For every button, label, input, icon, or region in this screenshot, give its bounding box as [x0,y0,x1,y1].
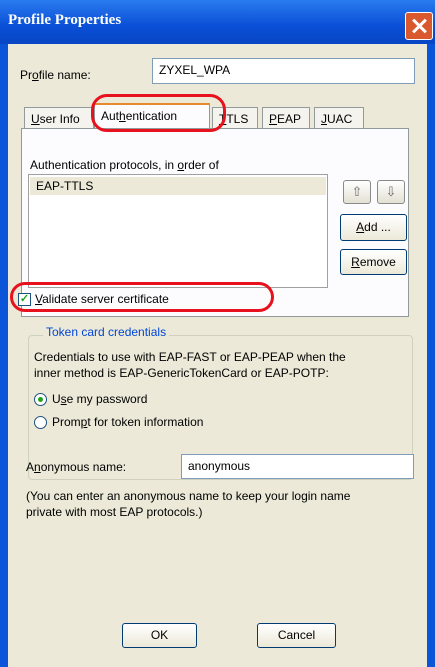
protocols-label: Authentication protocols, in order of [30,158,219,172]
btn-label-mnemonic: A [356,220,365,234]
label-part: U [52,392,61,406]
label-part: Prom [52,415,81,429]
prompt-token-radio[interactable] [34,416,47,429]
label-part: rder of [184,158,219,172]
list-item[interactable]: EAP-TTLS [30,177,326,195]
token-card-group-label: Token card credentials [43,325,170,339]
tab-label-part: ser Info [39,112,80,126]
tab-label-part: UAC [327,112,353,126]
dialog-body: Profile name: ZYXEL_WPA User Info Authen… [8,44,427,667]
anonymous-hint-line2: private with most EAP protocols.) [26,505,203,519]
profile-name-label: Profile name: [20,68,91,82]
profile-name-input[interactable]: ZYXEL_WPA [152,58,415,84]
prompt-token-label[interactable]: Prompt for token information [52,415,203,429]
label-part: Pr [20,68,32,82]
move-down-button[interactable]: ⇩ [377,180,405,204]
validate-highlight [10,282,274,312]
label-part: t for token information [87,415,204,429]
tab-user-info[interactable]: User Info [24,107,94,129]
double-chevron-up-icon: ⇧ [351,184,363,199]
protocols-list[interactable]: EAP-TTLS [28,174,328,288]
anonymous-name-label: Anonymous name: [26,460,126,474]
tab-juac[interactable]: JUAC [314,107,364,129]
label-mnemonic: n [34,460,41,474]
tab-label-part: EAP [277,112,302,126]
title-bar[interactable]: Profile Properties [0,0,435,44]
label-mnemonic: o [32,68,39,82]
label-part: file name: [38,68,91,82]
btn-label-part: emove [359,255,396,269]
cancel-button[interactable]: Cancel [257,623,336,648]
btn-label-part: dd ... [364,220,391,234]
tab-label-part: TLS [226,112,249,126]
remove-button[interactable]: Remove [340,249,407,275]
use-password-label[interactable]: Use my password [52,392,147,406]
tab-label-mnemonic: P [269,112,278,126]
label-part: e my password [66,392,148,406]
token-description-line2: inner method is EAP-GenericTokenCard or … [34,366,329,380]
label-part: Authentication protocols, in [30,158,178,172]
anonymous-hint-line1: (You can enter an anonymous name to keep… [26,489,351,503]
anonymous-name-input[interactable]: anonymous [181,454,414,479]
label-part: onymous name: [40,460,127,474]
window-title: Profile Properties [8,12,122,28]
token-description-line1: Credentials to use with EAP-FAST or EAP-… [34,350,346,364]
use-password-radio[interactable] [34,393,47,406]
authentication-tab-highlight [91,94,226,132]
label-part: A [26,460,35,474]
double-chevron-down-icon: ⇩ [385,184,397,199]
move-up-button[interactable]: ⇧ [343,180,371,204]
tab-peap[interactable]: PEAP [262,107,310,129]
btn-label-mnemonic: R [351,255,360,269]
ok-button[interactable]: OK [122,623,197,648]
dialog-window: Profile Properties Profile name: ZYXEL_W… [0,0,435,667]
add-button[interactable]: Add ... [340,214,407,241]
close-button[interactable] [405,12,433,40]
tab-label-mnemonic: U [31,112,40,126]
